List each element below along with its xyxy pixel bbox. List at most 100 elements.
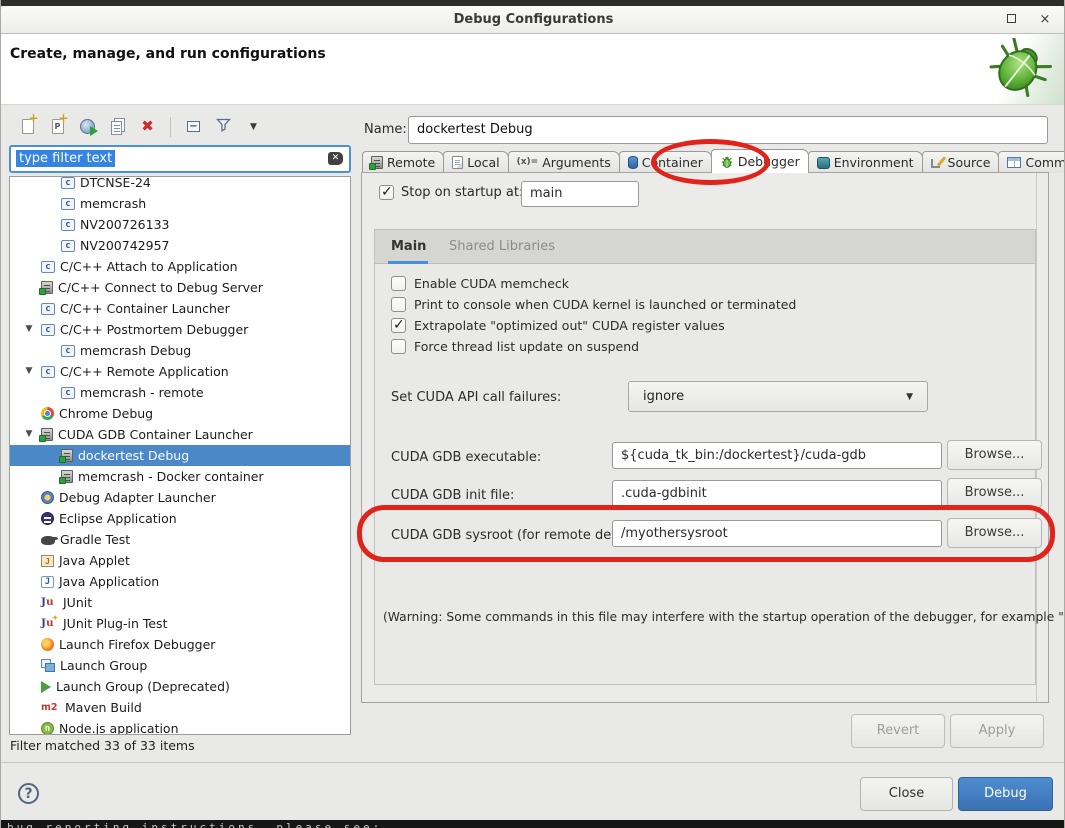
tab-common[interactable]: Common [998,151,1065,173]
api-failures-label: Set CUDA API call failures: [391,390,561,405]
filter-input[interactable]: type filter text ✕ [9,145,351,173]
clear-filter-icon[interactable]: ✕ [328,152,343,165]
tree-item-java-applet[interactable]: JJava Applet [10,550,350,571]
checkbox-force-thread-list-update-on-suspend[interactable] [391,339,406,354]
collapse-all-button[interactable] [180,114,207,140]
tree-item-c-c-remote-application[interactable]: ▼cC/C++ Remote Application [10,361,350,382]
tree-item-label: Launch Group (Deprecated) [56,676,230,697]
checkbox-extrapolate-optimized-out-cuda-register-[interactable] [391,318,406,333]
configurations-tree[interactable]: cDTCNSE-24cmemcrashcNV200726133cNV200742… [9,176,351,735]
window-title: Debug Configurations [1,12,1065,27]
c-icon: c [61,387,75,399]
tree-item-maven-build[interactable]: m2Maven Build [10,697,350,718]
c-icon: c [61,219,75,231]
tree-item-eclipse-application[interactable]: Eclipse Application [10,508,350,529]
tree-item-c-c-postmortem-debugger[interactable]: ▼cC/C++ Postmortem Debugger [10,319,350,340]
tree-item-content: Launch Group [41,655,147,676]
help-button[interactable]: ? [18,783,39,804]
browse-button[interactable]: Browse... [947,478,1042,508]
tree-item-debug-adapter-launcher[interactable]: Debug Adapter Launcher [10,487,350,508]
browse-button[interactable]: Browse... [947,440,1042,470]
tree-item-java-application[interactable]: JJava Application [10,571,350,592]
title-bar[interactable]: Debug Configurations × [1,6,1065,34]
tab-arguments[interactable]: (x)=Arguments [508,151,620,173]
stop-on-startup-field[interactable]: main [521,181,639,207]
browse-button[interactable]: Browse... [947,518,1042,548]
expander-icon[interactable]: ▼ [23,361,35,382]
server-icon [61,470,73,483]
view-menu-icon: ▼ [250,122,257,132]
maximize-icon [1007,14,1016,23]
tree-item-memcrash-remote[interactable]: cmemcrash - remote [10,382,350,403]
tab-shared-libraries[interactable]: Shared Libraries [449,239,555,254]
tree-item-dockertest-debug[interactable]: dockertest Debug [10,445,350,466]
checkbox-enable-cuda-memcheck[interactable] [391,276,406,291]
new-launch-configuration-button[interactable] [14,114,41,140]
tab-main[interactable]: Main [391,239,426,254]
close-button[interactable]: Close [860,777,953,811]
field-input-cuda-gdb-init-file-[interactable]: .cuda-gdbinit [612,480,942,507]
tree-item-content: cNV200726133 [61,214,169,235]
expander-icon[interactable]: ▼ [23,424,35,445]
tree-item-label: Debug Adapter Launcher [59,487,216,508]
delete-launch-configuration-button[interactable]: ✖ [134,114,161,140]
tree-item-launch-group-deprecated[interactable]: Launch Group (Deprecated) [10,676,350,697]
tree-item-label: memcrash - Docker container [78,466,264,487]
collapse-all-icon [187,121,200,132]
api-failures-dropdown[interactable]: ignore ▼ [628,381,928,412]
tab-environment[interactable]: Environment [808,151,923,173]
tree-item-label: Launch Firefox Debugger [59,634,215,655]
apply-button[interactable]: Apply [950,714,1044,748]
duplicate-launch-configuration-button[interactable] [104,114,131,140]
tree-item-c-c-container-launcher[interactable]: cC/C++ Container Launcher [10,298,350,319]
export-launch-configurations-button[interactable] [74,114,101,140]
tree-item-nv200742957[interactable]: cNV200742957 [10,235,350,256]
node-icon: n [41,722,54,735]
tab-container[interactable]: Container [619,151,712,173]
tree-item-content: JuJUnit Plug-in Test [41,613,167,634]
tree-item-launch-group[interactable]: Launch Group [10,655,350,676]
stop-on-startup-checkbox[interactable] [379,185,394,200]
tree-item-content: cmemcrash [61,193,146,214]
tree-item-junit-plug-in-test[interactable]: JuJUnit Plug-in Test [10,613,350,634]
expander-icon[interactable]: ▼ [23,319,35,340]
maximize-button[interactable] [1000,11,1022,29]
junit-plugin-icon: Ju [41,617,58,630]
view-menu-button[interactable]: ▼ [240,114,267,140]
field-input-cuda-gdb-sysroot-for-remote-de[interactable]: /myothersysroot [612,520,942,547]
tab-local[interactable]: Local [443,151,508,173]
tab-label: Source [948,155,991,170]
field-input-cuda-gdb-executable-[interactable]: ${cuda_tk_bin:/dockertest}/cuda-gdb [612,442,942,469]
tree-item-label: JUnit [63,592,92,613]
tree-item-memcrash-docker-container[interactable]: memcrash - Docker container [10,466,350,487]
tree-item-c-c-connect-to-debug-server[interactable]: C/C++ Connect to Debug Server [10,277,350,298]
checkbox-print-to-console-when-cuda-kernel-is-lau[interactable] [391,297,406,312]
tree-item-launch-firefox-debugger[interactable]: Launch Firefox Debugger [10,634,350,655]
bottom-separator [1,762,1065,763]
tree-item-junit[interactable]: JuJUnit [10,592,350,613]
tree-item-c-c-attach-to-application[interactable]: cC/C++ Attach to Application [10,256,350,277]
tree-item-dtcnse-24[interactable]: cDTCNSE-24 [10,176,350,193]
filter-launch-configurations-button[interactable] [210,114,237,140]
revert-button[interactable]: Revert [851,714,945,748]
tree-item-memcrash-debug[interactable]: cmemcrash Debug [10,340,350,361]
name-field[interactable]: dockertest Debug [408,116,1048,144]
tree-item-gradle-test[interactable]: Gradle Test [10,529,350,550]
tab-debugger[interactable]: Debugger [711,149,809,173]
folder-tab-header: Main Shared Libraries [375,230,1035,264]
close-window-button[interactable]: × [1034,11,1056,29]
new-launch-configuration-prototype-button[interactable] [44,114,71,140]
tab-remote[interactable]: Remote [362,151,444,173]
tree-item-chrome-debug[interactable]: Chrome Debug [10,403,350,424]
tree-item-cuda-gdb-container-launcher[interactable]: ▼CUDA GDB Container Launcher [10,424,350,445]
export-launch-configurations-icon [80,119,95,134]
tree-item-content: cC/C++ Attach to Application [41,256,238,277]
tab-source[interactable]: Source [922,151,1000,173]
tree-item-memcrash[interactable]: cmemcrash [10,193,350,214]
c-icon: c [41,324,55,336]
tree-item-nv200726133[interactable]: cNV200726133 [10,214,350,235]
filter-text-selected: type filter text [16,150,115,167]
debug-button[interactable]: Debug [958,777,1053,811]
tree-item-node-js-application[interactable]: nNode.js application [10,718,350,735]
filter-launch-configurations-icon [216,118,231,136]
